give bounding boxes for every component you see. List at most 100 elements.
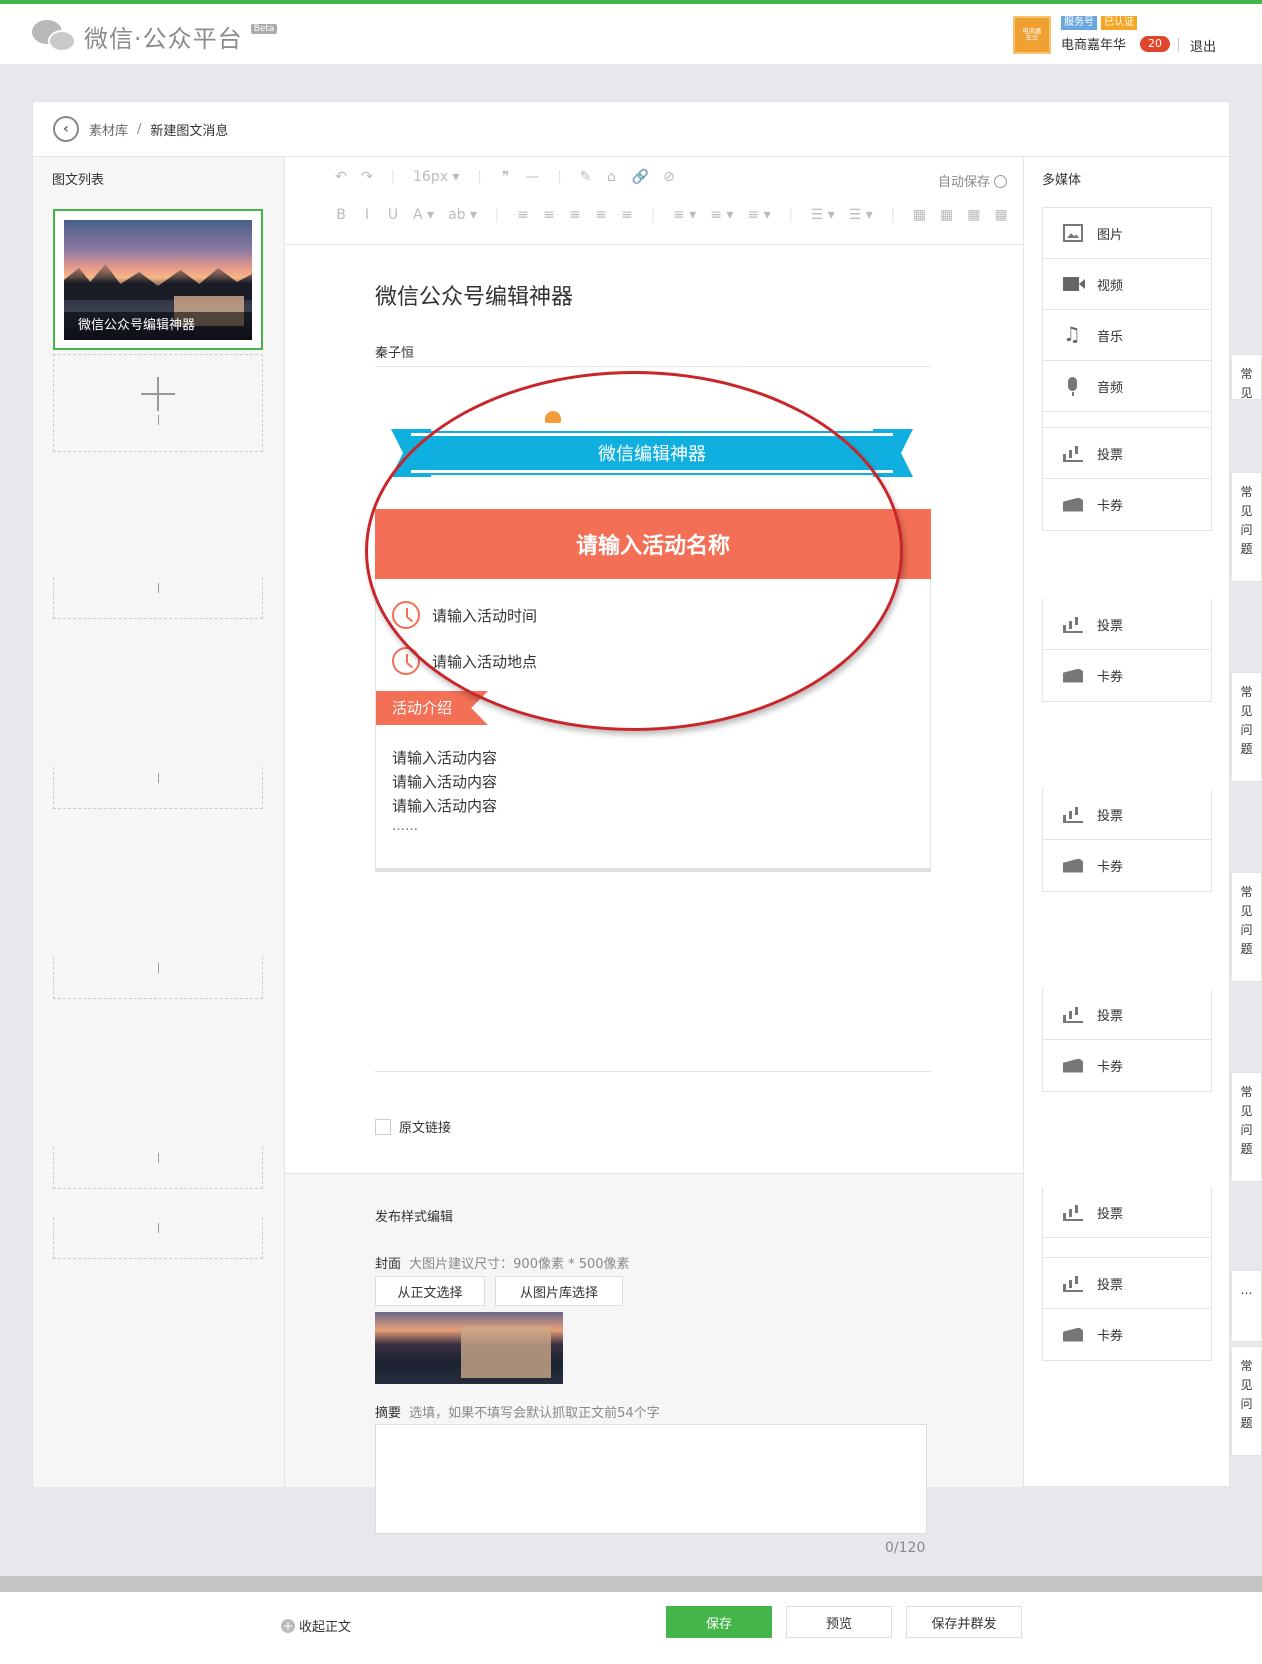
article-slot-3[interactable] [53, 767, 263, 809]
media-label: 投票 [1097, 1206, 1124, 1222]
back-icon[interactable]: ‹ [53, 116, 79, 142]
cover-image[interactable] [375, 1312, 563, 1384]
media-audio-button[interactable]: 音频 [1043, 361, 1211, 412]
abstract-textarea[interactable] [375, 1424, 927, 1534]
faq-char: 问 [1240, 723, 1253, 737]
media-vote-button[interactable]: 投票 [1043, 1187, 1211, 1238]
media-label: 投票 [1097, 618, 1124, 634]
toolbar-button[interactable]: ⌂ [605, 169, 617, 185]
toolbar-button[interactable]: ≡ [517, 207, 529, 223]
logout-link[interactable]: 退出 [1177, 36, 1216, 55]
preview-button[interactable]: 预览 [786, 1606, 892, 1638]
card-icon [1063, 497, 1083, 512]
faq-tab[interactable]: 常见问题 [1231, 672, 1262, 782]
faq-tab[interactable]: 常见问题 [1231, 872, 1262, 982]
multimedia-title: 多媒体 [1042, 173, 1082, 188]
media-card-button[interactable]: 卡券 [1043, 840, 1211, 891]
article-slot-4[interactable] [53, 957, 263, 999]
article-slot-5[interactable] [53, 1147, 263, 1189]
media-vote-button[interactable]: 投票 [1043, 989, 1211, 1040]
toolbar-button[interactable]: ▦ [913, 207, 926, 223]
toolbar-button[interactable]: ≡ [621, 207, 633, 223]
toolbar-divider: | [494, 207, 500, 223]
faq-tab[interactable]: 常见问题 [1231, 1346, 1262, 1456]
activity-content-line[interactable]: 请输入活动内容 [392, 771, 497, 792]
activity-time-row[interactable]: 请输入活动时间 [392, 601, 537, 629]
select-from-body-button[interactable]: 从正文选择 [375, 1276, 485, 1306]
toolbar-button[interactable]: ≡ ▾ [673, 207, 696, 223]
toolbar-button[interactable]: ▦ [967, 207, 980, 223]
article-slot-2[interactable] [53, 577, 263, 619]
media-card-button[interactable]: 卡券 [1043, 1040, 1211, 1091]
media-label: 音频 [1097, 380, 1124, 396]
article-title-input[interactable]: 微信公众号编辑神器 [375, 279, 573, 311]
toolbar-button[interactable]: ⊘ [663, 169, 675, 185]
account-name[interactable]: 电商嘉年华 [1061, 34, 1126, 53]
media-vote-button[interactable]: 投票 [1043, 1258, 1211, 1309]
original-link-checkbox[interactable] [375, 1118, 391, 1135]
toolbar-button[interactable]: ▦ [994, 207, 1007, 223]
breadcrumb-material-library[interactable]: 素材库 [89, 120, 128, 139]
save-and-send-button[interactable]: 保存并群发 [906, 1606, 1022, 1638]
media-vote-button[interactable]: 投票 [1043, 428, 1211, 479]
original-link-option[interactable]: 原文链接 [375, 1117, 451, 1136]
article-slot-6[interactable] [53, 1217, 263, 1259]
toolbar-button[interactable]: ✎ [579, 169, 592, 185]
media-image-button[interactable]: 图片 [1043, 208, 1211, 259]
media-card-button[interactable]: 卡券 [1043, 1309, 1211, 1360]
toolbar-button[interactable]: 🔗 [631, 169, 648, 185]
activity-content-line[interactable]: 请输入活动内容 [392, 795, 497, 816]
toolbar-button[interactable]: ☰ ▾ [811, 207, 835, 223]
toolbar-button[interactable]: ↶ [335, 169, 347, 185]
media-card-button[interactable]: 卡券 [1043, 479, 1211, 530]
autosave-status[interactable]: 自动保存 [938, 171, 1007, 190]
faq-tab[interactable]: 常 见 [1231, 354, 1262, 400]
activity-place: 请输入活动地点 [432, 652, 538, 671]
toolbar-button[interactable]: A ▾ [413, 207, 434, 223]
slot-marker [158, 963, 159, 973]
faq-tab[interactable]: 常见问题 [1231, 472, 1262, 582]
toolbar-button[interactable]: ❞ [499, 169, 511, 185]
toolbar-button[interactable]: ab ▾ [448, 207, 477, 223]
wechat-logo[interactable]: 微信·公众平台 Beta [32, 18, 278, 54]
activity-place-row[interactable]: 请输入活动地点 [392, 647, 537, 675]
ribbon-banner: 微信编辑神器 [391, 429, 913, 477]
faq-tab[interactable]: … [1231, 1270, 1262, 1342]
activity-name[interactable]: 请输入活动名称 [375, 509, 931, 579]
toolbar-button[interactable]: ≡ [543, 207, 555, 223]
media-music-button[interactable]: 音乐 [1043, 310, 1211, 361]
faq-tab[interactable]: 常见问题 [1231, 1072, 1262, 1182]
save-button[interactable]: 保存 [666, 1606, 772, 1638]
toolbar-button[interactable]: 16px ▾ [413, 169, 459, 185]
toolbar-button[interactable]: — [525, 169, 539, 185]
toolbar-button[interactable]: ≡ [595, 207, 607, 223]
faq-char: 题 [1240, 742, 1253, 756]
media-vote-button[interactable]: 投票 [1043, 789, 1211, 840]
collapse-body-link[interactable]: + 收起正文 [281, 1616, 351, 1635]
toolbar-button[interactable]: ≡ ▾ [710, 207, 733, 223]
add-article-button[interactable] [53, 354, 263, 452]
music-icon [1063, 322, 1083, 346]
account-avatar[interactable]: 电商嘉年华 [1013, 16, 1051, 54]
toolbar-divider: | [788, 207, 794, 223]
article-item-1[interactable]: 微信公众号编辑神器 [53, 209, 263, 350]
toolbar-button[interactable]: ≡ ▾ [747, 207, 770, 223]
media-vote-button[interactable]: 投票 [1043, 599, 1211, 650]
media-group-3: 投票 卡券 [1042, 789, 1212, 892]
toolbar-button[interactable]: ≡ [569, 207, 581, 223]
slot-marker [158, 583, 159, 593]
toolbar-button[interactable]: ↷ [361, 169, 373, 185]
media-video-button[interactable]: 视频 [1043, 259, 1211, 310]
bottom-action-bar: + 收起正文 保存 预览 保存并群发 [0, 1592, 1262, 1664]
select-from-library-button[interactable]: 从图片库选择 [495, 1276, 623, 1306]
article-author-input[interactable]: 秦子恒 [375, 342, 414, 361]
notification-badge[interactable]: 20 [1140, 35, 1171, 52]
activity-content-line[interactable]: 请输入活动内容 [392, 747, 497, 768]
toolbar-button[interactable]: ▦ [940, 207, 953, 223]
toolbar-row-2: BIU A ▾ ab ▾ | ≡ ≡ ≡ ≡ ≡ | ≡ ▾ ≡ ▾ ≡ ▾ | ☰ ▾ ☰ ▾ | ▦ ▦ ▦ ▦ [335, 207, 1007, 223]
toolbar-button[interactable]: ☰ ▾ [849, 207, 873, 223]
media-card-button[interactable]: 卡券 [1043, 650, 1211, 701]
toolbar-button[interactable]: U [387, 207, 399, 223]
toolbar-button[interactable]: B [335, 207, 347, 223]
toolbar-button[interactable]: I [361, 207, 373, 223]
